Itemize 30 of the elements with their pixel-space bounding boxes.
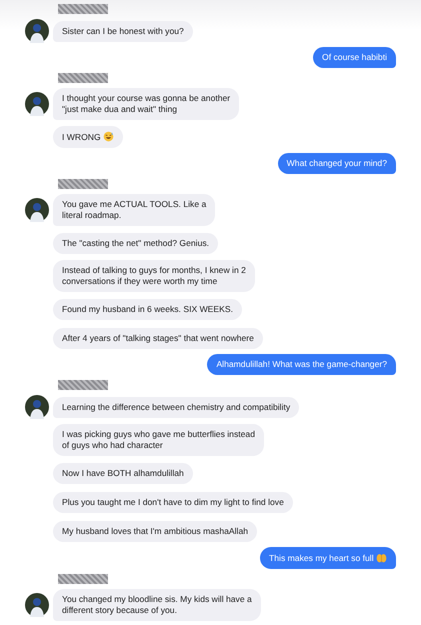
- redacted-name: [58, 380, 108, 390]
- message-bubble: After 4 years of "talking stages" that went nowhere: [53, 328, 263, 348]
- redacted-name: [58, 179, 108, 189]
- message-bubble: Learning the difference between chemistry and compatibility: [53, 396, 300, 418]
- message-bubble: I thought your course was gonna be another "just make dua and wait" thing: [53, 88, 240, 120]
- message-bubble: Alhamdulillah! What was the game-changer?: [207, 354, 396, 375]
- message-bubble: Plus you taught me I don't have to dim my light to find love: [53, 492, 293, 512]
- message-bubble: This makes my heart so full: [260, 547, 396, 569]
- redacted-name: [58, 73, 108, 83]
- redacted-name: [58, 574, 108, 584]
- avatar: [25, 92, 49, 116]
- message-bubble: Of course habibti: [313, 47, 396, 68]
- message-bubble: You gave me ACTUAL TOOLS. Like a literal roadmap.: [53, 194, 216, 226]
- avatar: [25, 395, 49, 419]
- avatar: [25, 19, 49, 43]
- message-bubble: My husband loves that I'm ambitious mashaAllah: [53, 520, 258, 542]
- message-bubble: The "casting the net" method? Genius.: [53, 232, 218, 254]
- message-bubble: Now I have BOTH alhamdulillah: [53, 462, 193, 484]
- message-bubble: Found my husband in 6 weeks. SIX WEEKS.: [53, 298, 242, 320]
- avatar: [25, 593, 49, 617]
- avatar: [25, 198, 49, 222]
- open-hands-emoji-icon: [376, 552, 387, 563]
- message-bubble: You changed my bloodline sis. My kids will have a different story because of you.: [53, 589, 261, 621]
- message-bubble: Instead of talking to guys for months, I knew in 2 conversations if they were worth my time: [53, 260, 255, 292]
- message-bubble: I was picking guys who gave me butterflies instead of guys who had character: [53, 424, 264, 456]
- message-bubble: Sister can I be honest with you?: [53, 20, 193, 42]
- sweat-smile-emoji-icon: [103, 131, 114, 142]
- message-bubble: What changed your mind?: [278, 153, 396, 174]
- redacted-name: [58, 4, 108, 14]
- message-bubble: I WRONG: [53, 126, 124, 148]
